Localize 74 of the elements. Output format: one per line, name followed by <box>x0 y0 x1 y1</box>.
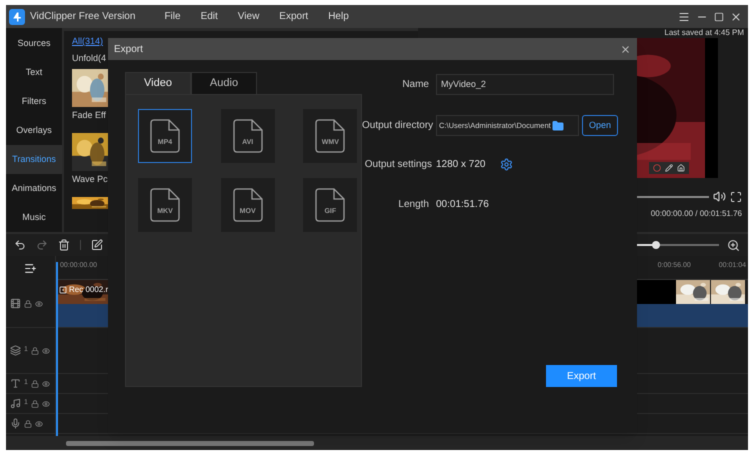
menu-item[interactable]: File <box>155 9 190 24</box>
file-icon <box>150 188 180 222</box>
app-logo-icon <box>9 8 25 24</box>
menu-icon[interactable] <box>678 10 690 22</box>
add-track-icon[interactable] <box>24 262 37 274</box>
lock-icon[interactable] <box>24 300 32 308</box>
visibility-icon[interactable] <box>42 400 50 408</box>
close-icon[interactable] <box>730 10 742 22</box>
lock-icon[interactable] <box>30 380 39 388</box>
visibility-icon[interactable] <box>42 346 50 354</box>
sidebar-item[interactable]: Overlays <box>6 116 62 145</box>
sidebar-item[interactable]: Filters <box>6 87 62 116</box>
directory-label: Output directory <box>362 119 434 133</box>
app-title: VidClipper Free Version <box>30 10 136 24</box>
format-tab[interactable]: Audio <box>191 72 257 94</box>
overlay-track-icon <box>10 345 21 356</box>
edit-icon[interactable] <box>91 239 103 251</box>
visibility-icon[interactable] <box>42 380 50 388</box>
visibility-icon[interactable] <box>35 300 43 308</box>
folder-icon[interactable] <box>552 120 564 132</box>
thumbnail-label: Fade Eff <box>72 109 107 122</box>
video-track-icon <box>10 298 21 309</box>
file-icon <box>232 188 263 222</box>
horizontal-scrollbar[interactable] <box>6 436 748 450</box>
format-tab[interactable]: Video <box>125 72 191 94</box>
menu-item[interactable]: Edit <box>192 9 227 24</box>
length-value: 00:01:51.76 <box>436 198 489 212</box>
settings-icon[interactable] <box>500 158 512 171</box>
resolution-text: 1280 x 720 <box>436 158 486 172</box>
thumbnail[interactable] <box>72 133 108 171</box>
menu-item[interactable]: View <box>228 9 268 24</box>
redo-icon[interactable] <box>36 239 48 251</box>
visibility-icon[interactable] <box>35 420 43 428</box>
clip-name: Rec 0002.r <box>59 284 108 296</box>
maximize-icon[interactable] <box>714 12 724 22</box>
lock-icon[interactable] <box>30 346 39 354</box>
file-icon <box>315 119 346 153</box>
volume-icon[interactable] <box>713 190 726 203</box>
length-label: Length <box>397 198 430 212</box>
sidebar-item[interactable]: Sources <box>6 29 62 58</box>
sidebar-item[interactable]: Animations <box>6 174 62 203</box>
file-icon <box>232 119 263 153</box>
sidebar-item[interactable]: Text <box>6 58 62 87</box>
open-button[interactable]: Open <box>582 115 618 136</box>
file-icon <box>150 119 180 153</box>
last-saved-text: Last saved at 4:45 PM <box>664 28 744 38</box>
music-track-icon <box>10 398 21 409</box>
fullscreen-icon[interactable] <box>730 190 742 202</box>
file-icon <box>315 188 346 222</box>
name-label: Name <box>401 78 430 92</box>
lock-icon[interactable] <box>30 400 39 408</box>
home-icon[interactable] <box>677 164 685 172</box>
name-field[interactable]: MyVideo_2 <box>436 74 614 95</box>
sidebar-item[interactable]: Transitions <box>6 145 62 174</box>
thumbnail-label: Wave Pc <box>72 173 108 186</box>
clip-icon <box>59 286 67 294</box>
zoom-slider-thumb[interactable] <box>652 241 660 249</box>
record-icon[interactable] <box>653 164 661 172</box>
settings-label: Output settings <box>364 158 433 172</box>
zoom-in-icon[interactable] <box>727 238 740 252</box>
lock-icon[interactable] <box>24 420 32 428</box>
thumbnail[interactable] <box>72 69 108 107</box>
delete-icon[interactable] <box>58 239 70 251</box>
pen-icon[interactable] <box>665 164 673 172</box>
sidebar-item[interactable]: Music <box>6 203 62 232</box>
time-readout: 00:00:00.00 / 00:01:51.76 <box>650 208 742 220</box>
menu-item[interactable]: Export <box>270 9 318 24</box>
close-icon[interactable] <box>620 44 631 54</box>
voice-track-icon <box>10 418 21 429</box>
scrollbar-thumb[interactable] <box>66 440 314 446</box>
undo-icon[interactable] <box>14 239 26 251</box>
menu-item[interactable]: Help <box>319 9 358 24</box>
text-track-icon <box>10 378 21 389</box>
dialog-title: Export <box>114 42 143 56</box>
